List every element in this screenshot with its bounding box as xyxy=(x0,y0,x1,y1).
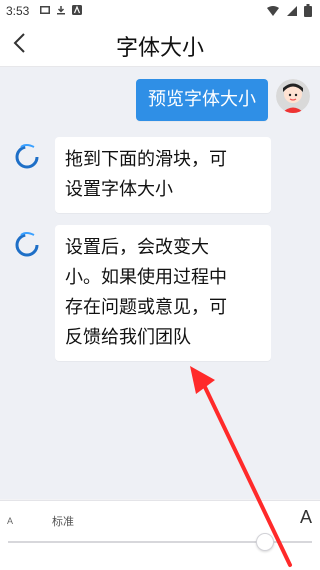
standard-font-label: 标准 xyxy=(52,515,74,528)
user-bubble-text: 预览字体大小 xyxy=(148,89,256,110)
user-message: 预览字体大小 xyxy=(136,79,268,121)
font-size-panel: A 标准 A xyxy=(0,500,320,570)
assistant-bubble-line: 设置字体大小 xyxy=(65,179,173,200)
status-right-icons xyxy=(266,4,312,17)
font-size-slider-handle[interactable] xyxy=(256,533,274,551)
status-bar: 3:53 xyxy=(0,0,320,22)
assistant-bubble-line: 反馈给我们团队 xyxy=(65,327,191,348)
assistant-message: 拖到下面的滑块，可 设置字体大小 xyxy=(55,137,271,213)
assistant-bubble: 设置后，会改变大 小。如果使用过程中 存在问题或意见，可 反馈给我们团队 xyxy=(55,225,271,361)
assistant-bubble-line: 拖到下面的滑块，可 xyxy=(65,149,227,170)
assistant-logo-icon xyxy=(15,232,39,257)
user-avatar-icon xyxy=(276,79,310,113)
image-icon xyxy=(40,6,50,14)
chat-area: 预览字体大小 拖到下面的滑块，可 设置字体大小 设置后，会改变大 小。如果使用过… xyxy=(0,67,320,499)
battery-icon xyxy=(304,4,312,17)
assistant-logo-icon xyxy=(15,144,39,169)
user-bubble: 预览字体大小 xyxy=(136,79,268,121)
signal-icon xyxy=(287,5,297,16)
status-time: 3:53 xyxy=(6,4,30,18)
a-icon xyxy=(72,5,82,15)
assistant-bubble-line: 小。如果使用过程中 xyxy=(65,267,227,288)
app-header: 字体大小 xyxy=(0,22,320,67)
assistant-message: 设置后，会改变大 小。如果使用过程中 存在问题或意见，可 反馈给我们团队 xyxy=(55,225,271,361)
page-title: 字体大小 xyxy=(115,36,204,61)
large-font-label: A xyxy=(299,507,312,527)
assistant-bubble-line: 设置后，会改变大 xyxy=(65,237,209,258)
assistant-bubble: 拖到下面的滑块，可 设置字体大小 xyxy=(55,137,271,213)
status-left-icons xyxy=(40,5,82,15)
download-icon xyxy=(57,6,65,15)
avatar xyxy=(276,79,310,113)
wifi-icon xyxy=(267,5,279,16)
small-font-label: A xyxy=(7,516,14,526)
assistant-bubble-line: 存在问题或意见，可 xyxy=(65,297,227,318)
